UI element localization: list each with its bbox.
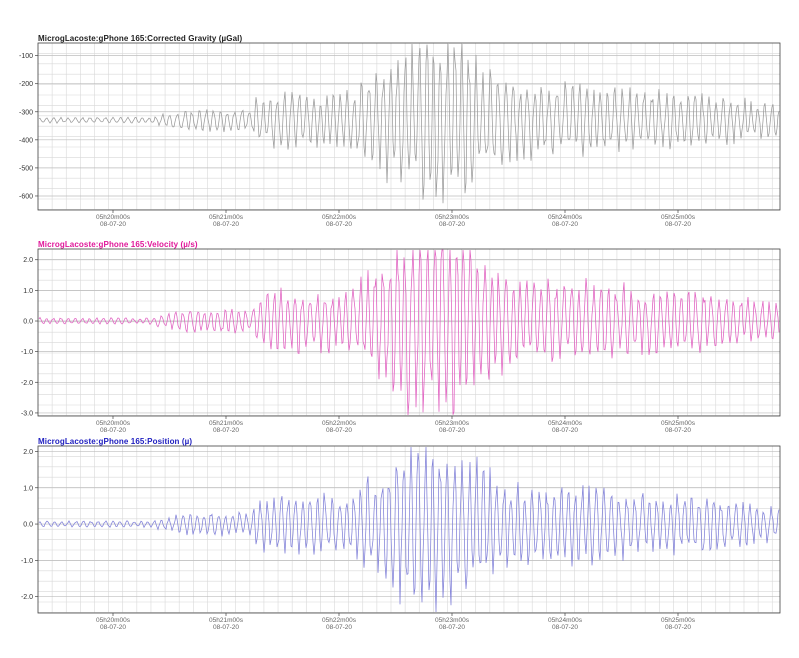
x-tick-label-date: 08-07-20 (552, 427, 578, 434)
y-tick-label: -300 (19, 109, 33, 116)
x-tick-label-time: 05h23m00s (435, 617, 470, 624)
y-tick-label: 1.0 (23, 288, 33, 295)
x-tick-label-date: 08-07-20 (326, 427, 352, 434)
series-line (38, 249, 780, 416)
x-tick-label-time: 05h25m00s (661, 617, 696, 624)
y-tick-label: -2.0 (21, 380, 33, 387)
x-tick-label-time: 05h25m00s (661, 420, 696, 427)
x-tick-label-date: 08-07-20 (439, 624, 465, 631)
x-tick-label-time: 05h22m00s (322, 214, 357, 221)
x-tick-label-time: 05h24m00s (548, 420, 583, 427)
x-tick-label-time: 05h22m00s (322, 617, 357, 624)
x-tick-label-time: 05h24m00s (548, 214, 583, 221)
y-tick-label: 1.0 (23, 485, 33, 492)
x-tick-label-date: 08-07-20 (665, 624, 691, 631)
x-tick-label-time: 05h20m00s (96, 214, 131, 221)
x-tick-label-date: 08-07-20 (326, 221, 352, 228)
chart-panel-velocity: MicrogLacoste:gPhone 165:Velocity (µ/s) … (0, 240, 799, 440)
y-tick-label: -3.0 (21, 410, 33, 417)
x-tick-label-time: 05h22m00s (322, 420, 357, 427)
x-tick-label-time: 05h21m00s (209, 214, 244, 221)
x-tick-label-time: 05h23m00s (435, 420, 470, 427)
x-tick-label-date: 08-07-20 (100, 624, 126, 631)
x-tick-label-date: 08-07-20 (665, 221, 691, 228)
y-tick-label: -1.0 (21, 558, 33, 565)
x-tick-label-date: 08-07-20 (326, 624, 352, 631)
y-tick-label: 2.0 (23, 257, 33, 264)
y-tick-label: -500 (19, 165, 33, 172)
x-tick-label-date: 08-07-20 (552, 221, 578, 228)
x-tick-label-time: 05h21m00s (209, 420, 244, 427)
x-tick-label-date: 08-07-20 (439, 427, 465, 434)
y-tick-label: -200 (19, 81, 33, 88)
series-line (38, 446, 780, 613)
y-tick-label: -2.0 (21, 594, 33, 601)
x-tick-label-time: 05h25m00s (661, 214, 696, 221)
y-tick-label: 2.0 (23, 449, 33, 456)
y-tick-label: -400 (19, 137, 33, 144)
x-tick-label-date: 08-07-20 (100, 427, 126, 434)
x-tick-label-date: 08-07-20 (552, 624, 578, 631)
x-tick-label-date: 08-07-20 (439, 221, 465, 228)
series-line (38, 43, 780, 204)
chart-panel-gravity: MicrogLacoste:gPhone 165:Corrected Gravi… (0, 34, 799, 234)
x-tick-label-date: 08-07-20 (665, 427, 691, 434)
y-tick-label: -600 (19, 193, 33, 200)
x-tick-label-date: 08-07-20 (100, 221, 126, 228)
x-tick-label-time: 05h20m00s (96, 420, 131, 427)
chart-panel-position: MicrogLacoste:gPhone 165:Position (µ) 2.… (0, 437, 799, 637)
y-tick-label: 0.0 (23, 319, 33, 326)
x-tick-label-time: 05h21m00s (209, 617, 244, 624)
chart-position: 2.01.00.0-1.0-2.005h20m00s08-07-2005h21m… (21, 445, 781, 631)
y-tick-label: -1.0 (21, 349, 33, 356)
x-tick-label-time: 05h23m00s (435, 214, 470, 221)
x-tick-label-date: 08-07-20 (213, 624, 239, 631)
chart-gravity: -100-200-300-400-500-60005h20m00s08-07-2… (19, 42, 781, 228)
x-tick-label-time: 05h24m00s (548, 617, 583, 624)
y-tick-label: -100 (19, 53, 33, 60)
x-tick-label-date: 08-07-20 (213, 427, 239, 434)
chart-velocity: 2.01.00.0-1.0-2.0-3.005h20m00s08-07-2005… (21, 248, 781, 434)
x-tick-label-date: 08-07-20 (213, 221, 239, 228)
y-tick-label: 0.0 (23, 522, 33, 529)
x-tick-label-time: 05h20m00s (96, 617, 131, 624)
